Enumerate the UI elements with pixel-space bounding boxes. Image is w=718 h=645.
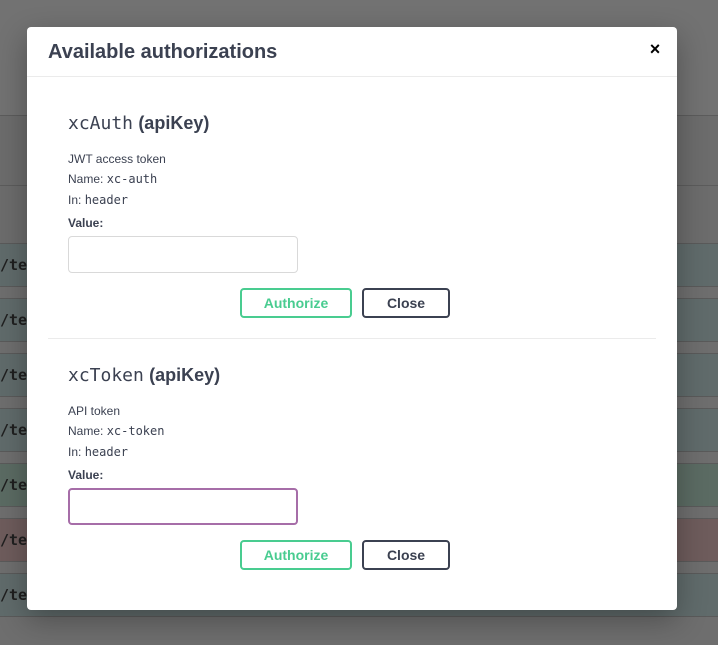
name-label: Name:	[68, 172, 104, 186]
xcauth-authorize-button[interactable]: Authorize	[240, 288, 352, 318]
operation-path: /te	[0, 256, 28, 274]
auth-in-line: In: header	[68, 445, 128, 459]
auth-description: JWT access token	[68, 152, 166, 166]
xctoken-authorize-button[interactable]: Authorize	[240, 540, 352, 570]
auth-heading: xcAuth (apiKey)	[68, 113, 209, 135]
operation-path: /te	[0, 531, 28, 549]
value-label: Value:	[68, 216, 104, 230]
operation-path: /te	[0, 366, 28, 384]
auth-scheme-type: (apiKey)	[149, 365, 221, 385]
operation-path: /te	[0, 421, 28, 439]
in-label: In:	[68, 445, 82, 459]
divider	[48, 338, 656, 339]
in-label: In:	[68, 193, 82, 207]
auth-description: API token	[68, 404, 121, 418]
xctoken-value-input[interactable]	[68, 488, 298, 525]
close-icon[interactable]: ×	[647, 39, 663, 59]
auth-scheme-type: (apiKey)	[138, 113, 210, 133]
in-value: header	[84, 193, 129, 207]
auth-in-line: In: header	[68, 193, 128, 207]
name-label: Name:	[68, 424, 104, 438]
name-value: xc-token	[106, 424, 165, 438]
operation-path: /te	[0, 476, 28, 494]
auth-scheme-name: xcToken	[68, 365, 144, 386]
authorizations-modal: Available authorizations × xcAuth (apiKe…	[27, 27, 677, 610]
auth-heading: xcToken (apiKey)	[68, 365, 220, 387]
auth-name-line: Name: xc-token	[68, 424, 164, 438]
auth-scheme-name: xcAuth	[68, 113, 134, 134]
auth-name-line: Name: xc-auth	[68, 172, 157, 186]
xcauth-value-input[interactable]	[68, 236, 298, 273]
operation-path: /te	[0, 586, 28, 604]
operation-path: /te	[0, 311, 28, 329]
xctoken-close-button[interactable]: Close	[362, 540, 450, 570]
value-label: Value:	[68, 468, 104, 482]
modal-header: Available authorizations ×	[27, 27, 677, 77]
modal-title: Available authorizations	[48, 41, 278, 63]
xcauth-close-button[interactable]: Close	[362, 288, 450, 318]
name-value: xc-auth	[106, 172, 158, 186]
in-value: header	[84, 445, 129, 459]
